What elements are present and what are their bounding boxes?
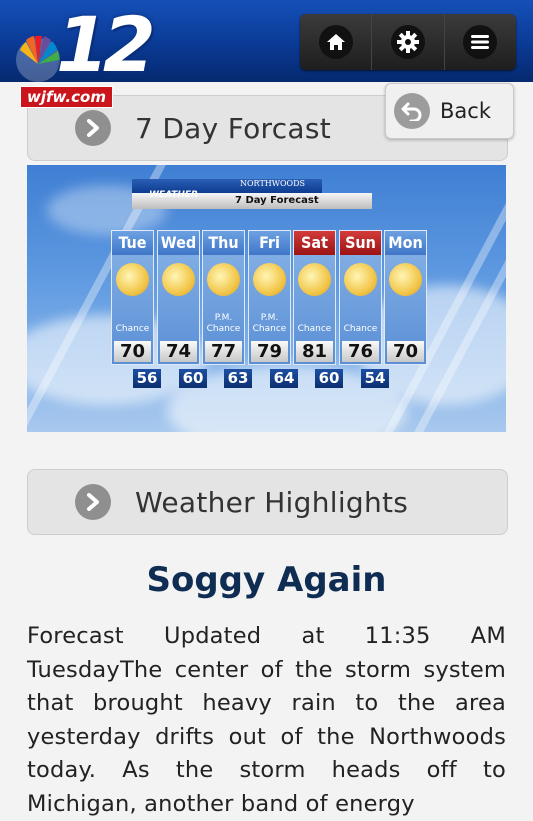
highlights-section-header[interactable]: Weather Highlights — [27, 469, 508, 535]
menu-icon — [463, 25, 498, 59]
precip-note: Chance — [343, 324, 378, 334]
back-label: Back — [440, 99, 491, 123]
forecast-day-wed: Wed 74 — [157, 230, 200, 365]
high-temp: 70 — [387, 341, 424, 362]
precip-note: Chance — [115, 324, 150, 334]
high-temp: 74 — [160, 341, 197, 362]
partly-sunny-icon — [207, 263, 240, 296]
partly-sunny-icon — [253, 263, 286, 296]
day-name: Thu — [203, 231, 244, 255]
partly-sunny-icon — [116, 263, 149, 296]
back-button[interactable]: Back — [385, 83, 514, 139]
partly-sunny-icon — [389, 263, 422, 296]
back-arrow-icon — [394, 93, 430, 129]
low-temp: 60 — [315, 369, 343, 388]
logo-number: 12 — [56, 0, 156, 89]
settings-button[interactable] — [372, 14, 445, 70]
forecast-day-tue: Tue Chance 70 — [111, 230, 154, 365]
top-toolbar — [300, 14, 516, 70]
partly-sunny-icon — [298, 263, 331, 296]
forecast-day-fri: Fri P.M. Chance 79 — [248, 230, 291, 365]
precip-note: P.M. Chance — [252, 313, 287, 334]
forecast-day-mon: Mon 70 — [384, 230, 427, 365]
gear-icon — [390, 25, 425, 59]
low-temp: 56 — [133, 369, 161, 388]
low-temp: 63 — [224, 369, 252, 388]
forecast-day-thu: Thu P.M. Chance 77 — [202, 230, 245, 365]
day-name: Sat — [294, 231, 335, 255]
day-name: Sun — [340, 231, 381, 255]
high-temp: 81 — [296, 341, 333, 362]
home-button[interactable] — [300, 14, 373, 70]
article-body: Forecast Updated at 11:35 AM TuesdayThe … — [27, 623, 506, 817]
partly-sunny-icon — [162, 263, 195, 296]
low-temp: 64 — [270, 369, 298, 388]
forecast-day-sun: Sun Chance 76 — [339, 230, 382, 365]
chevron-right-icon — [75, 484, 111, 520]
forecast-graphic: NORTHWOODS WEATHER 7 Day Forecast Tue Cha… — [27, 165, 506, 432]
graphic-brand: WEATHER — [149, 190, 198, 200]
forecast-section-title: 7 Day Forcast — [135, 111, 332, 145]
day-name: Wed — [158, 231, 199, 255]
precip-note: Chance — [297, 324, 332, 334]
day-name: Tue — [112, 231, 153, 255]
day-name: Fri — [249, 231, 290, 255]
partly-sunny-icon — [344, 263, 377, 296]
high-temp: 77 — [205, 341, 242, 362]
forecast-day-sat: Sat Chance 81 — [293, 230, 336, 365]
graphic-title: 7 Day Forecast — [235, 195, 319, 206]
day-name: Mon — [385, 231, 426, 255]
high-temp: 76 — [342, 341, 379, 362]
low-temp: 54 — [361, 369, 389, 388]
chevron-right-icon — [75, 110, 111, 146]
menu-button[interactable] — [444, 14, 516, 70]
station-logo[interactable]: 12 wjfw.com — [14, 0, 156, 112]
home-icon — [318, 25, 353, 59]
low-temp: 60 — [179, 369, 207, 388]
high-temp: 79 — [251, 341, 288, 362]
precip-note: P.M. Chance — [206, 313, 241, 334]
high-temp: 70 — [114, 341, 151, 362]
graphic-sponsor: NORTHWOODS — [240, 179, 305, 188]
article-headline: Soggy Again — [146, 560, 387, 600]
highlights-section-title: Weather Highlights — [135, 485, 409, 519]
logo-site: wjfw.com — [20, 86, 113, 108]
